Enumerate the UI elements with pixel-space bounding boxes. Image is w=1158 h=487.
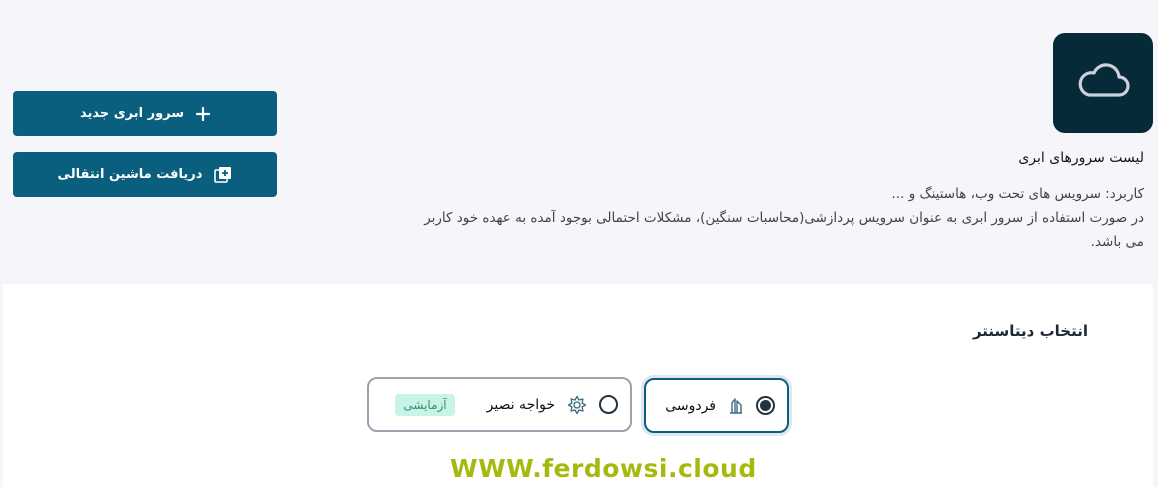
description: کاربرد: سرویس های تحت وب، هاستینگ و ... … <box>285 182 1144 254</box>
new-cloud-server-button[interactable]: سرور ابری جدید <box>13 91 277 136</box>
plus-icon <box>196 106 211 121</box>
section-title: انتخاب دیتاسنتر <box>972 322 1088 340</box>
cloud-tile <box>1053 33 1153 133</box>
radio-unselected[interactable] <box>599 395 618 414</box>
header-area: لیست سرورهای ابری کاربرد: سرویس های تحت … <box>0 0 1158 284</box>
receive-transfer-machine-button[interactable]: دریافت ماشین انتقالی <box>13 152 277 197</box>
datacenter-label: خواجه نصیر <box>486 396 555 413</box>
description-line: می باشد. <box>1090 234 1144 250</box>
ferdowsi-icon <box>728 397 744 415</box>
cloud-icon <box>1075 61 1131 105</box>
datacenter-panel: انتخاب دیتاسنتر فردوسی خواجه نصیر آزمایش… <box>3 284 1153 487</box>
transfer-label: دریافت ماشین انتقالی <box>57 167 203 182</box>
gear-flower-icon <box>567 395 587 415</box>
radio-selected[interactable] <box>756 396 775 415</box>
trial-badge: آزمایشی <box>395 393 455 416</box>
description-line: در صورت استفاده از سرور ابری به عنوان سر… <box>424 210 1144 226</box>
datacenter-option-khajeh-nasir[interactable]: خواجه نصیر آزمایشی <box>367 377 632 432</box>
datacenter-label: فردوسی <box>665 397 716 414</box>
datacenter-option-ferdowsi[interactable]: فردوسی <box>644 378 789 433</box>
watermark: WWW.ferdowsi.cloud <box>450 454 757 483</box>
add-copy-icon <box>214 166 232 184</box>
new-server-label: سرور ابری جدید <box>79 106 185 121</box>
description-line: کاربرد: سرویس های تحت وب، هاستینگ و ... <box>891 186 1144 202</box>
page-title: لیست سرورهای ابری <box>1018 150 1144 166</box>
